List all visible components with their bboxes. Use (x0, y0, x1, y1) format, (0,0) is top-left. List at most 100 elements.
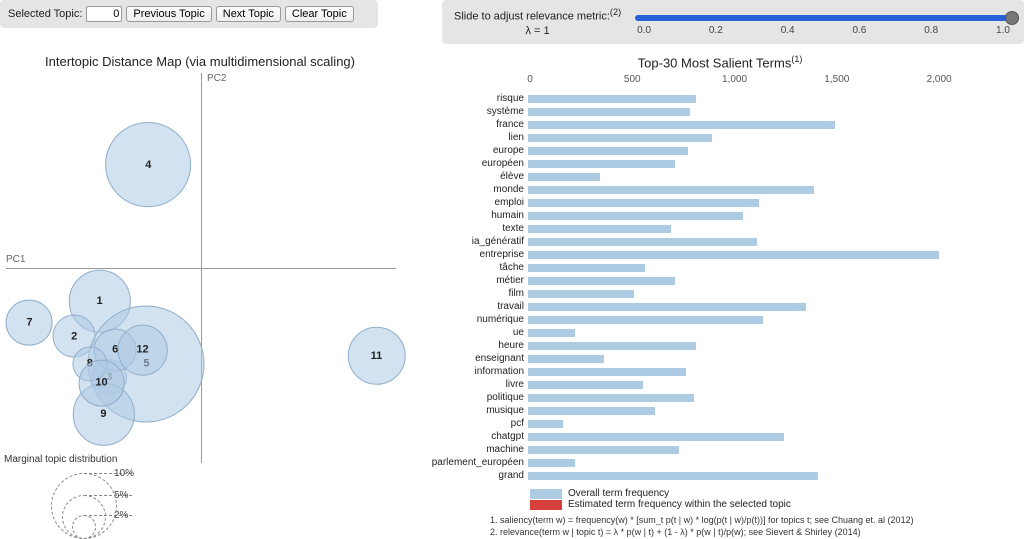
term-row[interactable]: livre (420, 378, 1000, 391)
topic-bubble-11[interactable]: 11 (347, 327, 406, 386)
term-row[interactable]: emploi (420, 196, 1000, 209)
term-bar (528, 225, 671, 233)
term-row[interactable]: ue (420, 326, 1000, 339)
term-bar (528, 433, 784, 441)
next-topic-button[interactable]: Next Topic (216, 6, 281, 22)
term-row[interactable]: système (420, 105, 1000, 118)
term-row[interactable]: musique (420, 404, 1000, 417)
topic-bubble-12[interactable]: 12 (117, 325, 168, 376)
term-label: numérique (420, 314, 528, 325)
term-label: musique (420, 405, 528, 416)
topic-bubble-7[interactable]: 7 (6, 299, 53, 346)
term-row[interactable]: texte (420, 222, 1000, 235)
term-bar (528, 186, 814, 194)
legend-pct: 10% (114, 468, 134, 479)
term-label: chatgpt (420, 431, 528, 442)
axis-tick: 0 (527, 74, 533, 85)
slider-tick: 0.4 (781, 25, 795, 36)
term-row[interactable]: élève (420, 170, 1000, 183)
relevance-slider[interactable]: 0.0 0.2 0.4 0.6 0.8 1.0 (635, 9, 1012, 36)
term-bar (528, 368, 686, 376)
term-label: europe (420, 145, 528, 156)
term-row[interactable]: risque (420, 92, 1000, 105)
axis-tick: 1,000 (722, 74, 747, 85)
term-label: politique (420, 392, 528, 403)
selected-topic-label: Selected Topic: (8, 8, 82, 20)
selected-topic-input[interactable] (86, 6, 122, 22)
slider-tick: 0.0 (637, 25, 651, 36)
term-row[interactable]: pcf (420, 417, 1000, 430)
clear-topic-button[interactable]: Clear Topic (285, 6, 354, 22)
term-row[interactable]: politique (420, 391, 1000, 404)
term-row[interactable]: machine (420, 443, 1000, 456)
term-bar (528, 303, 806, 311)
term-bar (528, 407, 655, 415)
term-label: monde (420, 184, 528, 195)
term-bar (528, 394, 694, 402)
axis-tick: 2,000 (927, 74, 952, 85)
term-label: grand (420, 470, 528, 481)
term-bar (528, 381, 643, 389)
term-label: film (420, 288, 528, 299)
term-label: entreprise (420, 249, 528, 260)
term-label: lien (420, 132, 528, 143)
term-label: ia_génératif (420, 236, 528, 247)
term-row[interactable]: travail (420, 300, 1000, 313)
term-label: emploi (420, 197, 528, 208)
term-row[interactable]: grand (420, 469, 1000, 482)
term-label: heure (420, 340, 528, 351)
term-bar (528, 199, 759, 207)
term-row[interactable]: tâche (420, 261, 1000, 274)
term-bar (528, 212, 743, 220)
term-row[interactable]: entreprise (420, 248, 1000, 261)
topic-bubble-4[interactable]: 4 (105, 122, 191, 208)
term-label: france (420, 119, 528, 130)
topic-bubble-10[interactable]: 10 (78, 360, 125, 407)
term-label: humain (420, 210, 528, 221)
term-row[interactable]: européen (420, 157, 1000, 170)
term-row[interactable]: france (420, 118, 1000, 131)
intertopic-scatter[interactable]: PC2PC1123456789101112 (6, 73, 396, 463)
legend-selected: Estimated term frequency within the sele… (568, 499, 791, 510)
slider-tick: 0.8 (924, 25, 938, 36)
term-label: européen (420, 158, 528, 169)
slider-title: Slide to adjust relevance metric:(2) (454, 7, 621, 23)
scatter-title: Intertopic Distance Map (via multidimens… (0, 54, 400, 69)
term-row[interactable]: lien (420, 131, 1000, 144)
term-row[interactable]: parlement_européen (420, 456, 1000, 469)
bar-x-axis: 0 500 1,000 1,500 2,000 (530, 74, 1000, 88)
lambda-label: λ = 1 (525, 25, 549, 37)
term-bar (528, 173, 600, 181)
pc1-label: PC1 (6, 254, 25, 265)
salient-terms-barchart: 0 500 1,000 1,500 2,000 risquesystème france l… (420, 74, 1000, 538)
term-label: tâche (420, 262, 528, 273)
slider-tick: 0.2 (709, 25, 723, 36)
term-row[interactable]: numérique (420, 313, 1000, 326)
axis-tick: 500 (624, 74, 641, 85)
relevance-slider-panel: Slide to adjust relevance metric:(2) λ =… (442, 0, 1024, 44)
axis-tick: 1,500 (824, 74, 849, 85)
term-row[interactable]: chatgpt (420, 430, 1000, 443)
term-label: système (420, 106, 528, 117)
term-label: pcf (420, 418, 528, 429)
slider-knob[interactable] (1005, 11, 1019, 25)
term-row[interactable]: humain (420, 209, 1000, 222)
barchart-title: Top-30 Most Salient Terms(1) (416, 54, 1024, 70)
term-row[interactable]: europe (420, 144, 1000, 157)
term-bar (528, 342, 696, 350)
previous-topic-button[interactable]: Previous Topic (126, 6, 211, 22)
term-label: texte (420, 223, 528, 234)
term-row[interactable]: information (420, 365, 1000, 378)
term-bar (528, 251, 939, 259)
term-row[interactable]: heure (420, 339, 1000, 352)
term-label: élève (420, 171, 528, 182)
term-row[interactable]: métier (420, 274, 1000, 287)
term-row[interactable]: film (420, 287, 1000, 300)
legend-title: Marginal topic distribution (4, 454, 164, 465)
term-row[interactable]: monde (420, 183, 1000, 196)
topic-controls: Selected Topic: Previous Topic Next Topi… (0, 0, 378, 28)
slider-tick: 1.0 (996, 25, 1010, 36)
swatch-selected (530, 500, 562, 510)
term-row[interactable]: enseignant (420, 352, 1000, 365)
term-row[interactable]: ia_génératif (420, 235, 1000, 248)
